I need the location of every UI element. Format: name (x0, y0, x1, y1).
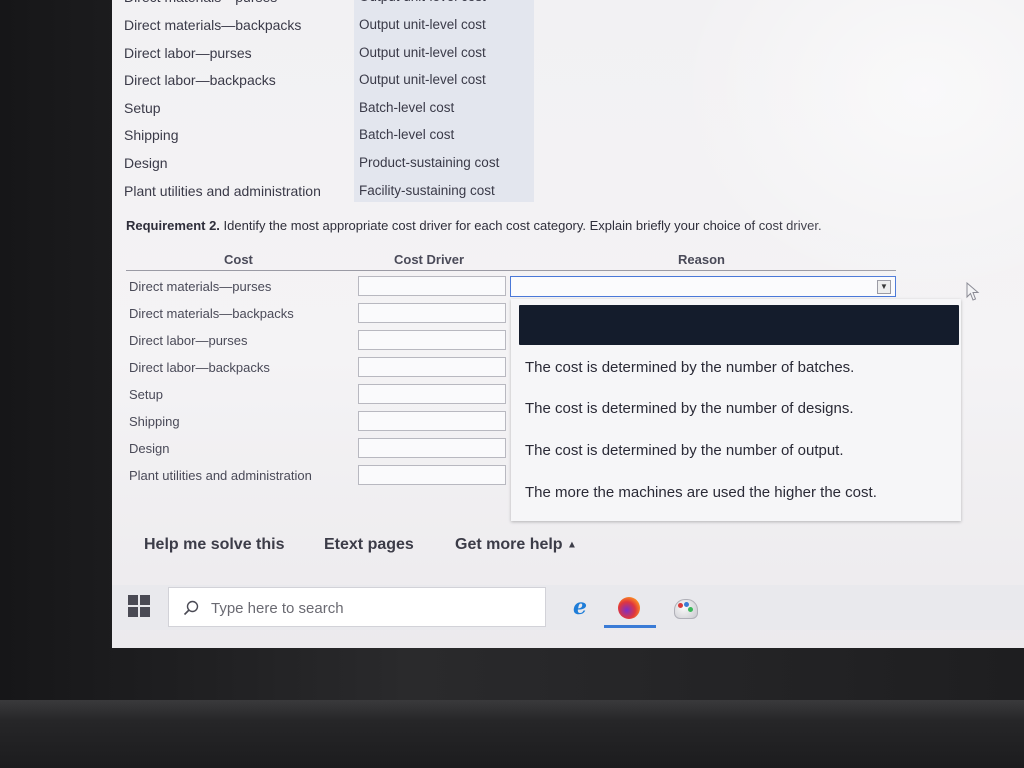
category-cell: Facility-sustaining cost (359, 183, 495, 198)
paint-icon[interactable] (668, 591, 700, 623)
caret-up-icon: ▲ (567, 539, 577, 551)
cost-cell: Shipping (124, 127, 179, 143)
cost-cell: Direct labor—backpacks (124, 72, 276, 88)
get-more-help-label: Get more help (455, 536, 563, 553)
driver-row-cost-label: Direct labor—backpacks (129, 360, 270, 375)
internet-explorer-icon[interactable]: e (564, 591, 596, 623)
mouse-cursor-icon (966, 282, 980, 301)
category-cell: Output unit-level cost (359, 0, 486, 4)
cost-cell: Direct materials—backpacks (124, 17, 302, 33)
header-cost: Cost (224, 252, 253, 267)
table-row: Direct materials—backpacks Output unit-le… (112, 11, 542, 38)
category-cell: Batch-level cost (359, 100, 455, 115)
category-cell: Output unit-level cost (359, 17, 486, 32)
cost-cell: Setup (124, 100, 161, 116)
cost-driver-input[interactable] (358, 303, 506, 323)
reason-select[interactable]: ▼ (510, 276, 896, 297)
category-cell: Output unit-level cost (359, 45, 486, 60)
category-cell: Product-sustaining cost (359, 155, 500, 170)
category-cell: Output unit-level cost (359, 72, 486, 87)
reason-dropdown-list: The cost is determined by the number of … (511, 299, 961, 521)
table-row: Direct labor—purses Output unit-level cos… (112, 39, 542, 66)
cost-driver-input[interactable] (358, 330, 506, 350)
cost-driver-input[interactable] (358, 411, 506, 431)
driver-row-cost-label: Direct materials—backpacks (129, 306, 294, 321)
requirement-body: Identify the most appropriate cost drive… (219, 218, 822, 233)
cost-driver-input[interactable] (358, 276, 506, 296)
taskbar-search-box[interactable]: Type here to search (168, 587, 546, 627)
driver-row-cost-label: Shipping (129, 414, 180, 429)
dropdown-option[interactable]: The more the machines are used the highe… (525, 484, 877, 501)
cost-cell: Plant utilities and administration (124, 183, 321, 199)
web-page: Direct materials—purses Output unit-leve… (112, 0, 1024, 585)
search-icon (183, 600, 199, 616)
table-row: Shipping Batch-level cost (112, 121, 542, 148)
requirement-label: Requirement 2. (126, 218, 220, 233)
cost-cell: Design (124, 155, 168, 171)
header-cost-driver: Cost Driver (394, 252, 465, 267)
driver-row-cost-label: Direct labor—purses (129, 333, 248, 348)
requirement-text: Requirement 2. Identify the most appropr… (126, 218, 822, 233)
cost-driver-input[interactable] (358, 438, 506, 458)
dropdown-arrow-icon[interactable]: ▼ (877, 280, 891, 294)
cost-cell: Direct labor—purses (124, 45, 252, 61)
driver-row-cost-label: Direct materials—purses (129, 279, 272, 294)
header-divider (126, 270, 896, 271)
header-reason: Reason (678, 252, 725, 267)
cost-driver-input[interactable] (358, 384, 506, 404)
table-row: Direct labor—backpacks Output unit-level … (112, 66, 542, 93)
cost-cell: Direct materials—purses (124, 0, 277, 5)
cost-driver-input[interactable] (358, 465, 506, 485)
dropdown-option[interactable]: The cost is determined by the number of … (525, 359, 854, 376)
table-row: Setup Batch-level cost (112, 94, 542, 121)
table-row: Plant utilities and administration Facili… (112, 177, 542, 204)
driver-row-cost-label: Setup (129, 387, 163, 402)
active-app-indicator (604, 625, 656, 628)
get-more-help-link[interactable]: Get more help ▲ (455, 536, 577, 554)
dropdown-option[interactable]: The cost is determined by the number of … (525, 442, 844, 459)
dropdown-option-blank-highlighted[interactable] (519, 305, 959, 345)
category-cell: Batch-level cost (359, 127, 455, 142)
firefox-icon[interactable] (612, 591, 644, 623)
driver-row-cost-label: Design (129, 441, 170, 456)
monitor-bottom-frame (0, 700, 1024, 768)
table-row-partial: Direct materials—purses Output unit-leve… (112, 0, 542, 10)
dropdown-option[interactable]: The cost is determined by the number of … (525, 400, 854, 417)
windows-taskbar: Type here to search e (112, 585, 1024, 630)
screen: Direct materials—purses Output unit-leve… (112, 0, 1024, 648)
windows-start-icon[interactable] (128, 595, 150, 617)
help-me-solve-link[interactable]: Help me solve this (144, 536, 285, 554)
cost-driver-input[interactable] (358, 357, 506, 377)
etext-pages-link[interactable]: Etext pages (324, 536, 414, 554)
driver-row-cost-label: Plant utilities and administration (129, 468, 312, 483)
search-placeholder: Type here to search (211, 600, 344, 617)
table-row: Design Product-sustaining cost (112, 149, 542, 176)
